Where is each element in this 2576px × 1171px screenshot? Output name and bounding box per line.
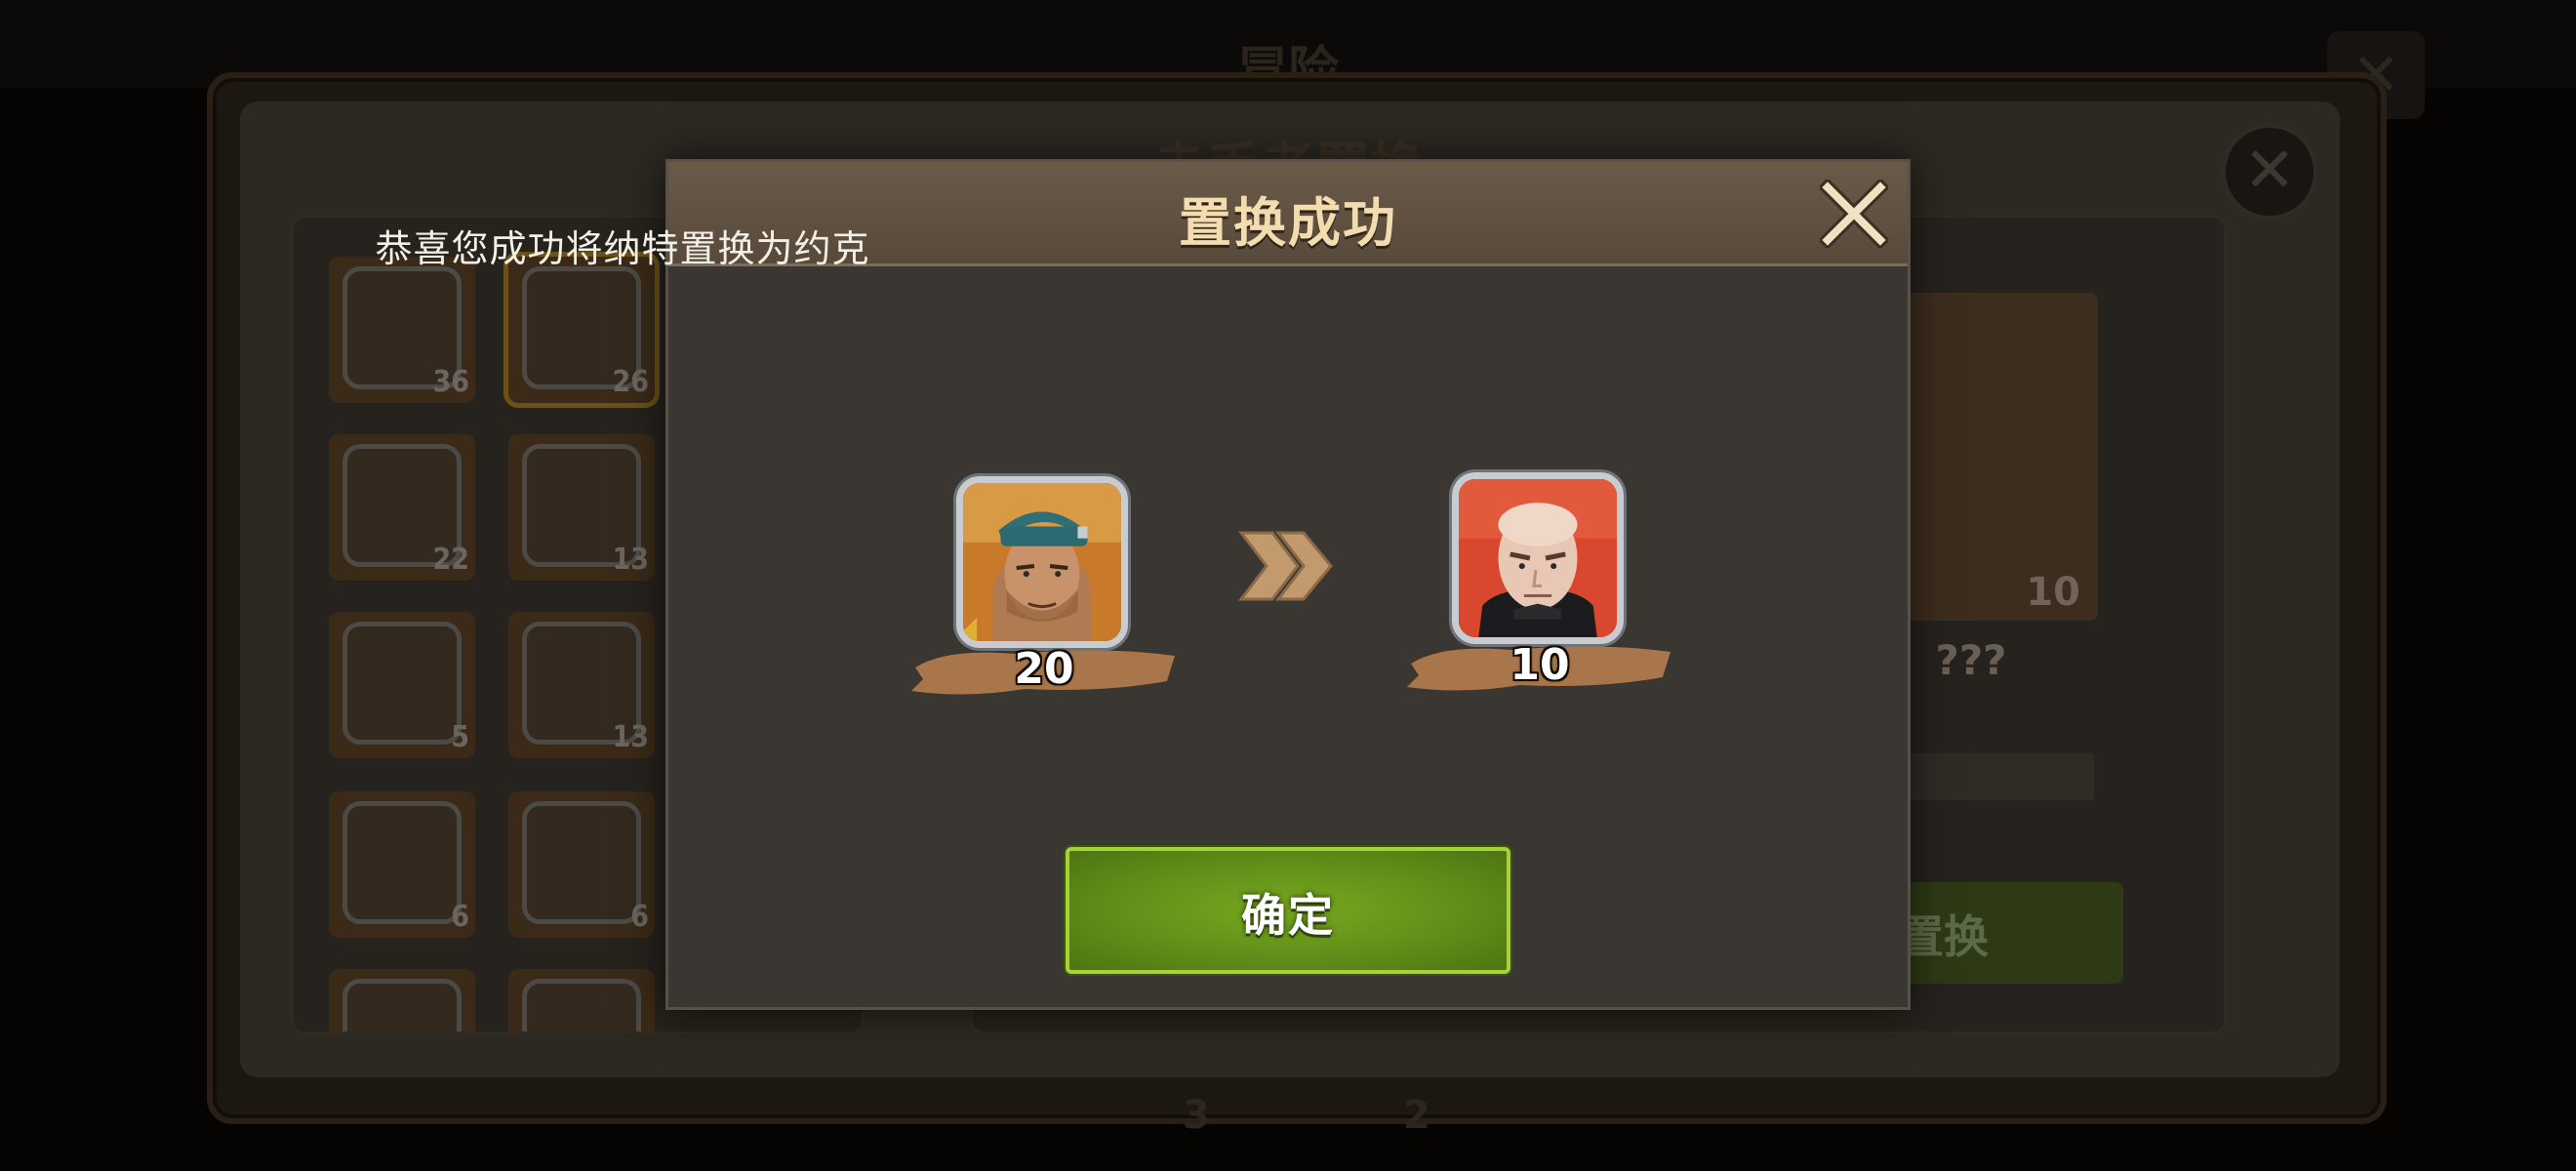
target-count: 10 [2026,570,2080,615]
double-chevron-right-icon [1237,531,1333,601]
close-icon[interactable] [1818,178,1890,250]
hero-slot: 36 [329,257,475,403]
hero-count: 26 [612,365,649,399]
bottom-count: 2 [1403,1093,1430,1138]
hero-natt-portrait-icon [956,476,1128,648]
hero-slot: 5 [329,612,475,758]
hero-count: 22 [432,543,469,577]
from-hero-card: 20 [907,476,1190,710]
hero-count: 13 [612,720,649,754]
hero-count: 6 [451,900,469,934]
hero-slot [508,969,655,1031]
replace-button-label: 置换 [1899,910,1989,963]
hero-slot: 26 [508,257,655,403]
hero-slot: 13 [508,434,655,581]
hero-count: 13 [612,543,649,577]
to-hero-card: 10 [1403,472,1686,707]
hero-slot: 22 [329,434,475,581]
bottom-count: 3 [1183,1093,1210,1138]
hero-slot: 6 [329,791,475,938]
hero-slot [329,969,475,1031]
confirm-button[interactable]: 确定 [1066,847,1510,974]
hero-slot: 6 [508,791,655,938]
target-bar [1883,753,2094,800]
dialog-message: 恭喜您成功将纳特置换为约克 [375,227,870,270]
confirm-button-label: 确定 [1241,889,1335,942]
to-hero-count: 10 [1509,640,1570,690]
hero-count: 5 [451,720,469,754]
panel-close-icon: ✕ [2221,123,2318,221]
hero-count: 36 [432,365,469,399]
hero-count: 6 [630,900,649,934]
from-hero-count: 20 [1014,644,1074,694]
hero-slot: 13 [508,612,655,758]
hero-york-portrait-icon [1452,472,1624,644]
